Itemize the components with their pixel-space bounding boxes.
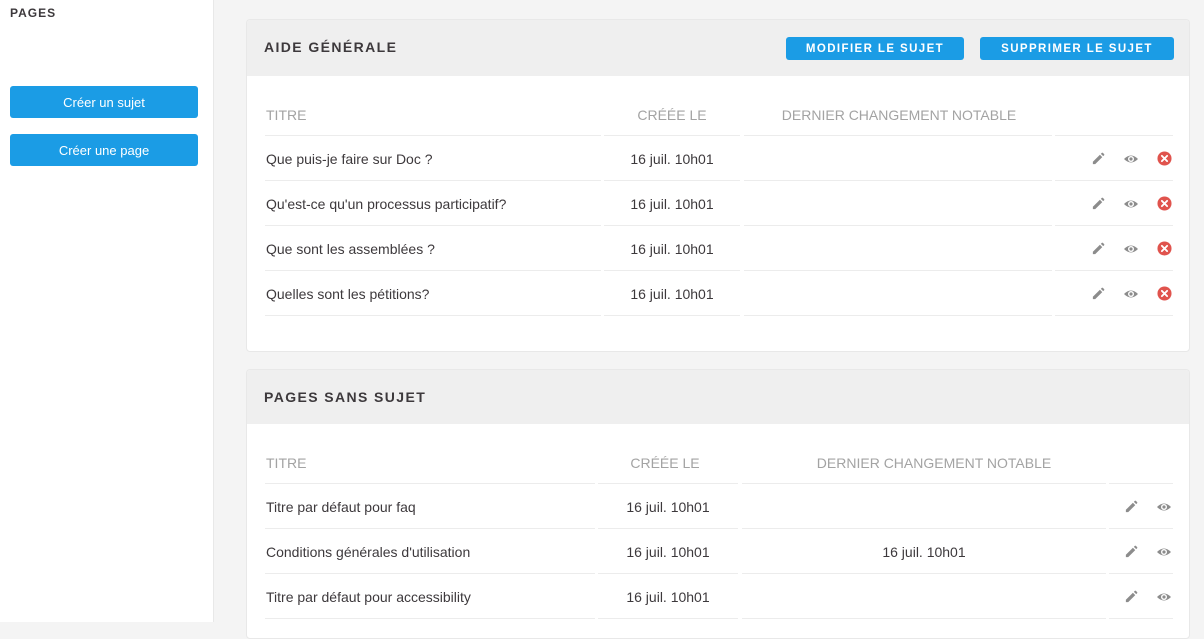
page-title-cell: Que sont les assemblées ? bbox=[266, 240, 435, 257]
table-row: Que sont les assemblées ? 16 juil. 10h01 bbox=[265, 226, 1173, 271]
sidebar: PAGES Créer un sujet Créer une page bbox=[0, 0, 214, 622]
row-actions bbox=[1088, 271, 1174, 316]
row-actions bbox=[1121, 484, 1174, 529]
page-title-cell: Titre par défaut pour faq bbox=[266, 498, 416, 515]
pencil-icon[interactable] bbox=[1088, 194, 1108, 214]
page-title-cell: Quelles sont les pétitions? bbox=[266, 285, 430, 302]
last-change-cell bbox=[742, 574, 1106, 619]
row-actions bbox=[1121, 574, 1174, 619]
topic-card: AIDE GÉNÉRALE MODIFIER LE SUJET SUPPRIME… bbox=[246, 19, 1190, 352]
untopic-card-header: PAGES SANS SUJET bbox=[247, 370, 1189, 424]
last-change-cell bbox=[744, 136, 1054, 181]
table-row: Titre par défaut pour accessibility 16 ju… bbox=[265, 574, 1173, 619]
created-date-cell: 16 juil. 10h01 bbox=[626, 498, 710, 515]
page-title-cell: Qu'est-ce qu'un processus participatif? bbox=[266, 195, 507, 212]
delete-topic-button[interactable]: SUPPRIMER LE SUJET bbox=[980, 37, 1174, 60]
pencil-icon[interactable] bbox=[1121, 497, 1141, 517]
pencil-icon[interactable] bbox=[1088, 239, 1108, 259]
column-header-created: CRÉÉE LE bbox=[630, 455, 700, 471]
table-header: TITRE CRÉÉE LE DERNIER CHANGEMENT NOTABL… bbox=[265, 94, 1173, 136]
page-title-cell: Conditions générales d'utilisation bbox=[266, 543, 471, 560]
row-actions bbox=[1088, 226, 1174, 271]
edit-topic-button[interactable]: MODIFIER LE SUJET bbox=[786, 37, 964, 60]
eye-icon[interactable] bbox=[1154, 587, 1174, 607]
close-circle-icon[interactable] bbox=[1154, 284, 1174, 304]
sidebar-title: PAGES bbox=[10, 6, 57, 20]
column-header-created: CRÉÉE LE bbox=[637, 107, 707, 123]
table-row: Que puis-je faire sur Doc ? 16 juil. 10h0… bbox=[265, 136, 1173, 181]
row-actions bbox=[1088, 181, 1174, 226]
table-row: Quelles sont les pétitions? 16 juil. 10h0… bbox=[265, 271, 1173, 316]
untopic-title: PAGES SANS SUJET bbox=[264, 389, 427, 405]
pencil-icon[interactable] bbox=[1088, 284, 1108, 304]
eye-icon[interactable] bbox=[1121, 284, 1141, 304]
row-actions bbox=[1088, 136, 1174, 181]
created-date-cell: 16 juil. 10h01 bbox=[626, 588, 710, 605]
close-circle-icon[interactable] bbox=[1154, 239, 1174, 259]
created-date-cell: 16 juil. 10h01 bbox=[626, 543, 710, 560]
last-change-cell bbox=[742, 484, 1106, 529]
row-actions bbox=[1121, 529, 1174, 574]
untopic-pages-table: TITRE CRÉÉE LE DERNIER CHANGEMENT NOTABL… bbox=[265, 442, 1173, 619]
topic-pages-table: TITRE CRÉÉE LE DERNIER CHANGEMENT NOTABL… bbox=[265, 94, 1173, 316]
column-header-changed: DERNIER CHANGEMENT NOTABLE bbox=[816, 455, 1052, 471]
topic-title: AIDE GÉNÉRALE bbox=[264, 39, 398, 55]
last-change-cell bbox=[744, 181, 1054, 226]
eye-icon[interactable] bbox=[1121, 194, 1141, 214]
page-title-cell: Que puis-je faire sur Doc ? bbox=[266, 150, 433, 167]
table-row: Qu'est-ce qu'un processus participatif? 1… bbox=[265, 181, 1173, 226]
table-row: Titre par défaut pour faq 16 juil. 10h01 bbox=[265, 484, 1173, 529]
column-header-title: TITRE bbox=[266, 107, 307, 123]
last-change-cell: 16 juil. 10h01 bbox=[882, 543, 966, 560]
page-title-cell: Titre par défaut pour accessibility bbox=[266, 588, 471, 605]
close-circle-icon[interactable] bbox=[1154, 149, 1174, 169]
create-page-button[interactable]: Créer une page bbox=[10, 134, 198, 166]
last-change-cell bbox=[744, 271, 1054, 316]
eye-icon[interactable] bbox=[1154, 497, 1174, 517]
topic-card-header: AIDE GÉNÉRALE MODIFIER LE SUJET SUPPRIME… bbox=[247, 20, 1189, 76]
pencil-icon[interactable] bbox=[1088, 149, 1108, 169]
created-date-cell: 16 juil. 10h01 bbox=[630, 285, 714, 302]
created-date-cell: 16 juil. 10h01 bbox=[630, 240, 714, 257]
create-topic-button[interactable]: Créer un sujet bbox=[10, 86, 198, 118]
created-date-cell: 16 juil. 10h01 bbox=[630, 150, 714, 167]
eye-icon[interactable] bbox=[1121, 149, 1141, 169]
column-header-title: TITRE bbox=[266, 455, 307, 471]
table-row: Conditions générales d'utilisation 16 jui… bbox=[265, 529, 1173, 574]
last-change-cell bbox=[744, 226, 1054, 271]
eye-icon[interactable] bbox=[1121, 239, 1141, 259]
table-header: TITRE CRÉÉE LE DERNIER CHANGEMENT NOTABL… bbox=[265, 442, 1173, 484]
untopic-card: PAGES SANS SUJET TITRE CRÉÉE LE DERNIER … bbox=[246, 369, 1190, 639]
close-circle-icon[interactable] bbox=[1154, 194, 1174, 214]
pencil-icon[interactable] bbox=[1121, 542, 1141, 562]
column-header-changed: DERNIER CHANGEMENT NOTABLE bbox=[781, 107, 1017, 123]
eye-icon[interactable] bbox=[1154, 542, 1174, 562]
created-date-cell: 16 juil. 10h01 bbox=[630, 195, 714, 212]
pencil-icon[interactable] bbox=[1121, 587, 1141, 607]
